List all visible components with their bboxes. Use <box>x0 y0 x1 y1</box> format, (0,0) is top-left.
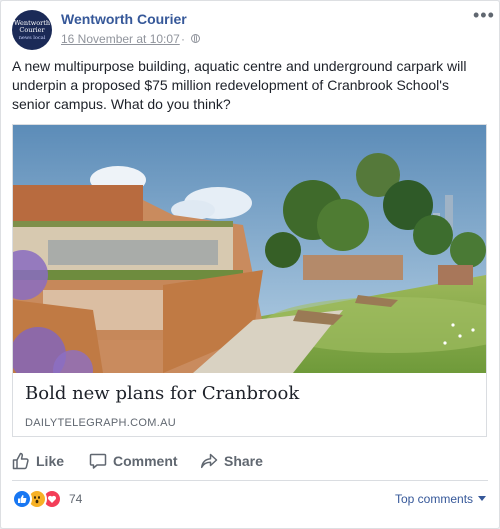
caret-down-icon <box>478 496 487 501</box>
link-preview-image[interactable] <box>13 125 486 373</box>
avatar-text-line2: Courier <box>19 25 45 34</box>
page-name-link[interactable]: Wentworth Courier <box>61 11 187 27</box>
link-domain: DAILYTELEGRAPH.COM.AU <box>25 417 176 429</box>
post-timestamp[interactable]: 16 November at 10:07 <box>61 32 180 46</box>
like-button[interactable]: Like <box>12 447 64 475</box>
thumbs-up-icon <box>12 452 29 470</box>
share-button[interactable]: Share <box>200 447 263 475</box>
post-text: A new multipurpose building, aquatic cen… <box>12 58 467 112</box>
more-options-icon[interactable]: ••• <box>473 5 495 26</box>
comment-button[interactable]: Comment <box>89 447 178 475</box>
comment-label: Comment <box>113 453 178 469</box>
link-title[interactable]: Bold new plans for Cranbrook <box>25 383 299 404</box>
separator-dot: · <box>181 32 185 46</box>
comment-icon <box>89 453 107 469</box>
post-card: Wentworth Courier news local Wentworth C… <box>0 0 500 529</box>
share-icon <box>200 453 218 469</box>
top-comments-label: Top comments <box>395 492 474 506</box>
link-preview[interactable]: Bold new plans for Cranbrook DAILYTELEGR… <box>12 124 487 437</box>
like-label: Like <box>36 453 65 469</box>
divider <box>12 480 488 481</box>
reaction-count[interactable]: 74 <box>69 492 82 506</box>
action-bar: Like Comment Share <box>1 447 499 475</box>
top-comments-dropdown[interactable]: Top comments <box>395 492 487 506</box>
like-reaction-icon <box>12 489 32 509</box>
reactions-summary[interactable]: 74 <box>12 489 82 509</box>
avatar-text-line3: news local <box>18 34 46 41</box>
globe-icon[interactable] <box>191 34 200 43</box>
page-avatar[interactable]: Wentworth Courier news local <box>12 10 52 50</box>
share-label: Share <box>224 453 263 469</box>
